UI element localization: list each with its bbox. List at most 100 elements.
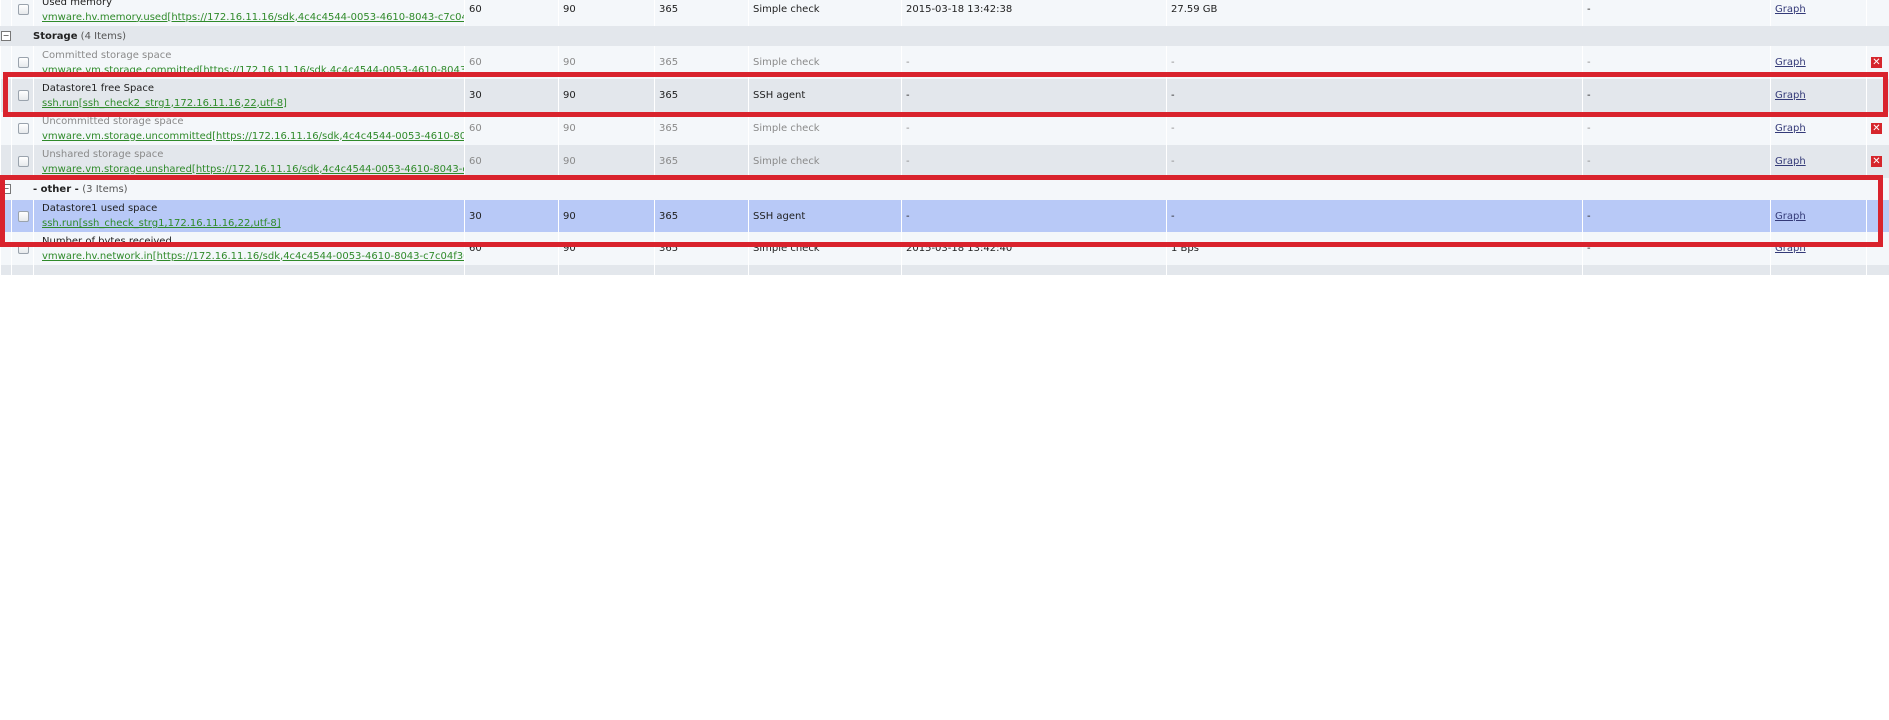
item-key-link[interactable]: vmware.vm.storage.committed[https://172.… [42, 63, 464, 78]
graph-link[interactable]: Graph [1775, 123, 1806, 134]
cell-trends: 365 [654, 200, 748, 232]
expand-column [0, 0, 11, 26]
row-checkbox[interactable] [17, 123, 29, 134]
cell-interval: 60 [464, 232, 558, 265]
row-checkbox[interactable] [17, 210, 29, 222]
delete-cell [1866, 200, 1889, 232]
delete-cell [1866, 0, 1889, 26]
value-change: - [1587, 4, 1591, 15]
value-history: 90 [563, 156, 576, 167]
delete-cell [1866, 232, 1889, 265]
expand-column [0, 46, 11, 79]
value-history: 90 [563, 243, 576, 254]
cell-history: 90 [558, 145, 654, 178]
graph-link[interactable]: Graph [1775, 211, 1806, 222]
value-last-value: 27.59 GB [1171, 4, 1218, 15]
graph-link[interactable]: Graph [1775, 4, 1806, 15]
item-key-link[interactable]: vmware.vm.storage.unshared[https://172.1… [42, 162, 464, 177]
collapse-icon[interactable]: − [1, 184, 11, 194]
cell-change: - [1582, 46, 1770, 79]
value-interval: 60 [469, 123, 482, 134]
row-checkbox[interactable] [17, 156, 29, 167]
delete-cell: ✕ [1866, 46, 1889, 79]
graph-link[interactable]: Graph [1775, 57, 1806, 68]
delete-icon[interactable]: ✕ [1871, 123, 1882, 134]
table-row: Datastore1 used space ssh.run[ssh_check_s… [0, 200, 1889, 232]
row-checkbox[interactable] [17, 4, 29, 15]
table-row: Committed storage space vmware.vm.storage… [0, 46, 1889, 79]
item-name: Used memory [42, 0, 112, 8]
graph-link[interactable]: Graph [1775, 90, 1806, 101]
collapse-icon[interactable]: − [1, 31, 11, 41]
group-label: Storage (4 Items) [33, 31, 126, 42]
item-key-link[interactable]: ssh.run[ssh_check_strg1,172.16.11.16,22,… [42, 216, 281, 231]
checkbox-cell [11, 232, 33, 265]
table-row: Uncommitted storage space vmware.vm.stora… [0, 112, 1889, 145]
item-key-link[interactable]: vmware.vm.storage.uncommitted[https://17… [42, 129, 464, 144]
cell-last-check: 2015-03-18 13:42:40 [901, 232, 1166, 265]
item-name-cell: Datastore1 used space ssh.run[ssh_check_s… [33, 200, 464, 232]
graph-cell: Graph [1770, 200, 1866, 232]
cell-type: Simple check [748, 112, 901, 145]
cell-interval: 60 [464, 145, 558, 178]
cell-trends: 365 [654, 79, 748, 112]
cell-history: 90 [558, 200, 654, 232]
value-type: SSH agent [753, 90, 806, 101]
group-count: (3 Items) [82, 183, 128, 195]
cell-history: 90 [558, 79, 654, 112]
checkbox-cell [11, 200, 33, 232]
cell-interval: 30 [464, 200, 558, 232]
row-checkbox[interactable] [17, 57, 29, 68]
value-trends: 365 [659, 90, 679, 101]
item-key-link[interactable]: vmware.hv.memory.used[https://172.16.11.… [42, 10, 464, 25]
item-key-link[interactable]: ssh.run[ssh_check2_strg1,172.16.11.16,22… [42, 96, 287, 111]
row-checkbox[interactable] [17, 243, 29, 254]
value-history: 90 [563, 90, 576, 101]
cell-type: Simple check [748, 232, 901, 265]
checkbox-cell [11, 0, 33, 26]
value-last-check: - [906, 210, 910, 222]
value-last-check: - [906, 90, 910, 101]
value-type: Simple check [753, 57, 820, 68]
value-last-value: - [1171, 57, 1175, 68]
cell-change: - [1582, 200, 1770, 232]
value-last-check: - [906, 156, 910, 167]
group-suffix: - [71, 183, 83, 195]
cell-trends: 365 [654, 232, 748, 265]
group-header[interactable]: − Storage (4 Items) [0, 26, 1889, 46]
item-name: Uncommitted storage space [42, 115, 184, 127]
expand-column [0, 145, 11, 178]
value-interval: 60 [469, 57, 482, 68]
expand-column [0, 265, 11, 275]
item-name: Datastore1 free Space [42, 82, 155, 94]
delete-cell: ✕ [1866, 112, 1889, 145]
cell-last-check: - [901, 112, 1166, 145]
item-name: Unshared storage space [42, 148, 164, 160]
row-checkbox[interactable] [17, 90, 29, 101]
value-trends: 365 [659, 156, 679, 167]
delete-icon[interactable]: ✕ [1871, 57, 1882, 68]
value-trends: 365 [659, 123, 679, 134]
item-name: Committed storage space [42, 49, 172, 61]
cell-type [748, 265, 901, 275]
value-change: - [1587, 123, 1591, 134]
delete-icon[interactable]: ✕ [1871, 156, 1882, 167]
cell-change: - [1582, 0, 1770, 26]
group-header[interactable]: − - other - (3 Items) [0, 178, 1889, 200]
group-count: (4 Items) [80, 30, 126, 42]
graph-link[interactable]: Graph [1775, 156, 1806, 167]
cell-last-check: - [901, 145, 1166, 178]
cell-history: 90 [558, 232, 654, 265]
cell-type: Simple check [748, 0, 901, 26]
value-interval: 60 [469, 4, 482, 15]
expand-column [0, 112, 11, 145]
delete-cell: ✕ [1866, 145, 1889, 178]
value-last-check: 2015-03-18 13:42:40 [906, 243, 1013, 254]
item-key-link[interactable]: vmware.hv.network.in[https://172.16.11.1… [42, 249, 464, 264]
value-last-value: 1 Bps [1171, 243, 1199, 254]
latest-data-table: Used memory vmware.hv.memory.used[https:/… [0, 0, 1889, 275]
cell-interval: 60 [464, 0, 558, 26]
cell-trends: 365 [654, 145, 748, 178]
checkbox-cell [11, 46, 33, 79]
graph-link[interactable]: Graph [1775, 243, 1806, 254]
